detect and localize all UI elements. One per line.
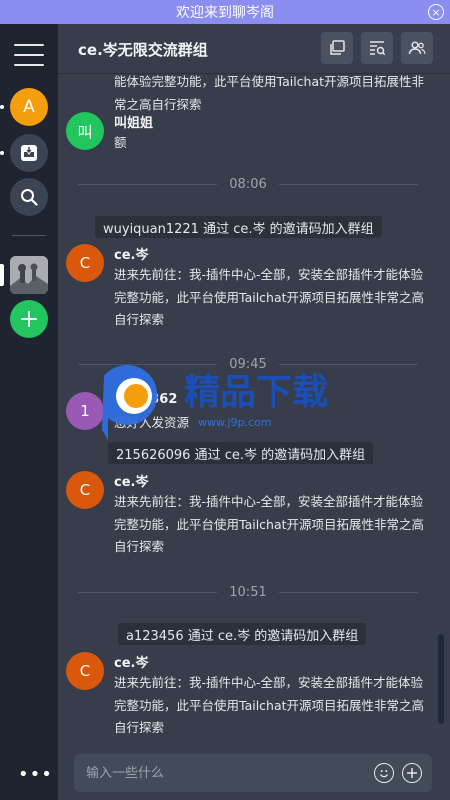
message-author[interactable]: ce.岑 xyxy=(114,244,148,263)
message-text: 额 xyxy=(114,135,127,150)
system-notice: a123456 通过 ce.岑 的邀请码加入群组 xyxy=(118,623,367,645)
message-text: 进来先前往：我-插件中心-全部，安装全部插件才能体验完整功能，此平台使用Tail… xyxy=(114,494,425,554)
message-avatar[interactable]: 叫 xyxy=(66,112,104,150)
message-avatar[interactable]: 1 xyxy=(66,392,104,430)
message-item: 能体验完整功能，此平台使用Tailchat开源项目拓展性非常之高自行探索 xyxy=(66,74,436,112)
search-messages-icon[interactable] xyxy=(361,32,393,64)
multi-window-icon[interactable] xyxy=(321,32,353,64)
search-icon[interactable] xyxy=(10,178,48,216)
message-author[interactable]: ce.岑 xyxy=(114,471,148,490)
system-notice: 215626096 通过 ce.岑 的邀请码加入群组 xyxy=(108,442,374,464)
message-item: 1 1****362 您好入发资源 xyxy=(66,392,436,437)
message-feed[interactable]: 能体验完整功能，此平台使用Tailchat开源项目拓展性非常之高自行探索 叫 叫… xyxy=(58,74,438,750)
unread-dot xyxy=(0,151,4,155)
inbox-icon[interactable] xyxy=(10,134,48,172)
user-avatar-letter: A xyxy=(23,97,35,117)
hamburger-menu-icon[interactable] xyxy=(14,44,44,66)
message-avatar[interactable]: C xyxy=(66,471,104,509)
chat-header: ce.岑无限交流群组 xyxy=(58,24,450,74)
message-text: 您好入发资源 xyxy=(114,415,190,430)
feed-scrollbar[interactable] xyxy=(438,74,444,750)
time-divider: 10:51 xyxy=(78,582,418,602)
more-options-icon[interactable]: ••• xyxy=(18,764,53,785)
emoji-icon[interactable] xyxy=(374,763,394,783)
window-title-bar: 欢迎来到聊岑阁 × xyxy=(0,0,450,24)
add-attachment-icon[interactable] xyxy=(402,763,422,783)
message-item: C ce.岑 进来先前往：我-插件中心-全部，安装全部插件才能体验完整功能，此平… xyxy=(66,471,436,561)
message-input[interactable] xyxy=(86,754,366,792)
time-divider: 08:06 xyxy=(78,174,418,194)
message-avatar[interactable]: C xyxy=(66,244,104,282)
system-notice: wuyiquan1221 通过 ce.岑 的邀请码加入群组 xyxy=(95,216,382,238)
time-divider: 09:45 xyxy=(78,354,418,374)
sidebar: A ••• xyxy=(0,24,58,800)
message-text: 进来先前往：我-插件中心-全部，安装全部插件才能体验完整功能，此平台使用Tail… xyxy=(114,267,425,327)
active-group-indicator xyxy=(0,264,4,286)
time-label: 10:51 xyxy=(229,584,267,600)
unread-dot xyxy=(0,105,4,109)
group-avatar-image[interactable] xyxy=(10,256,48,294)
close-icon[interactable]: × xyxy=(428,4,444,20)
message-text: 能体验完整功能，此平台使用Tailchat开源项目拓展性非常之高自行探索 xyxy=(114,74,425,112)
time-label: 09:45 xyxy=(229,356,267,372)
message-text: 进来先前往：我-插件中心-全部，安装全部插件才能体验完整功能，此平台使用Tail… xyxy=(114,675,425,735)
chat-title: ce.岑无限交流群组 xyxy=(78,41,208,59)
message-composer xyxy=(74,754,432,792)
message-author[interactable]: 1****362 xyxy=(114,392,177,407)
window-title: 欢迎来到聊岑阁 xyxy=(176,5,274,21)
message-item: C ce.岑 进来先前往：我-插件中心-全部，安装全部插件才能体验完整功能，此平… xyxy=(66,244,436,334)
message-item: C ce.岑 进来先前往：我-插件中心-全部，安装全部插件才能体验完整功能，此平… xyxy=(66,652,436,742)
message-author[interactable]: ce.岑 xyxy=(114,652,148,671)
user-avatar[interactable]: A xyxy=(10,88,48,126)
scrollbar-thumb[interactable] xyxy=(438,634,444,724)
message-author[interactable]: 叫姐姐 xyxy=(114,112,153,131)
message-avatar[interactable]: C xyxy=(66,652,104,690)
members-icon[interactable] xyxy=(401,32,433,64)
add-group-button[interactable] xyxy=(10,300,48,338)
sidebar-divider xyxy=(12,235,46,236)
message-item: 叫 叫姐姐 额 xyxy=(66,112,436,157)
time-label: 08:06 xyxy=(229,176,267,192)
